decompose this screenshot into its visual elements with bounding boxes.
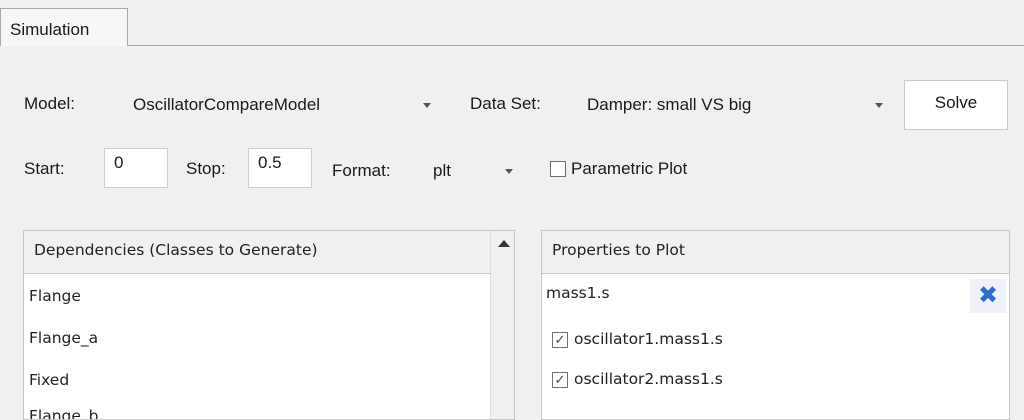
properties-panel: Properties to Plot mass1.s ✖ ✓ oscillato…: [541, 230, 1010, 420]
start-label: Start:: [24, 159, 65, 178]
scroll-up-icon[interactable]: [498, 240, 510, 247]
tab-simulation[interactable]: Simulation: [0, 8, 128, 46]
solve-button[interactable]: Solve: [904, 80, 1008, 130]
properties-header: Properties to Plot: [542, 231, 1009, 274]
property-label: oscillator2.mass1.s: [574, 370, 723, 388]
list-item[interactable]: Flange: [29, 287, 81, 305]
list-item[interactable]: Flange_a: [29, 329, 98, 347]
property-item-1[interactable]: ✓ oscillator1.mass1.s: [552, 327, 972, 355]
tab-simulation-label: Simulation: [10, 20, 90, 39]
properties-input[interactable]: mass1.s: [546, 284, 966, 302]
model-label: Model:: [24, 94, 76, 113]
chevron-down-icon: [423, 103, 431, 108]
property-label: oscillator1.mass1.s: [574, 330, 723, 348]
property-item-2[interactable]: ✓ oscillator2.mass1.s: [552, 367, 972, 395]
format-value: plt: [433, 161, 451, 180]
model-value: OscillatorCompareModel: [133, 95, 321, 114]
delete-property-button[interactable]: ✖: [970, 279, 1006, 313]
chevron-down-icon: [505, 169, 513, 174]
stop-label: Stop:: [186, 159, 226, 178]
parametric-plot-checkbox[interactable]: [550, 161, 566, 177]
list-item[interactable]: Fixed: [29, 371, 69, 389]
dataset-label: Data Set:: [470, 94, 541, 113]
format-label: Format:: [332, 161, 391, 180]
dependencies-header: Dependencies (Classes to Generate): [24, 231, 490, 274]
dependencies-panel: Dependencies (Classes to Generate) Flang…: [23, 230, 515, 420]
start-input[interactable]: 0: [104, 148, 168, 188]
dataset-value: Damper: small VS big: [587, 95, 752, 114]
dependencies-scrollbar[interactable]: [490, 231, 514, 419]
property-checkbox[interactable]: ✓: [552, 332, 568, 348]
stop-input[interactable]: 0.5: [248, 148, 312, 188]
parametric-plot-label: Parametric Plot: [571, 159, 688, 178]
property-checkbox[interactable]: ✓: [552, 372, 568, 388]
close-icon: ✖: [977, 282, 999, 309]
chevron-down-icon: [875, 103, 883, 108]
model-select[interactable]: OscillatorCompareModel: [124, 85, 444, 125]
tab-strip: [0, 0, 1024, 45]
format-select[interactable]: plt: [424, 148, 526, 190]
list-item[interactable]: Flange_b: [29, 407, 99, 419]
dataset-select[interactable]: Damper: small VS big: [578, 85, 896, 125]
